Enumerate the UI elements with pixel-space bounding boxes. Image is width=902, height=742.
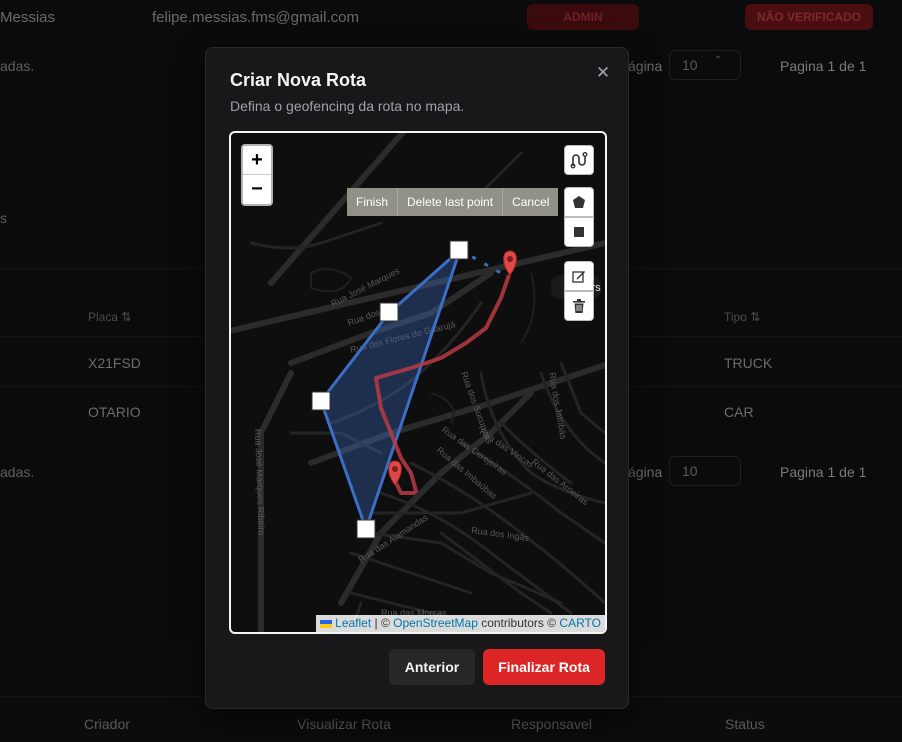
column-header-responsavel: Responsavel	[511, 716, 592, 732]
street-label: Rua dos Ingás	[471, 525, 530, 543]
edit-icon[interactable]	[564, 261, 594, 291]
street-label: Rua das Aroeiras	[530, 457, 591, 508]
attribution-separator: | ©	[371, 616, 394, 630]
column-header-placa[interactable]: Placa ⇅	[88, 310, 131, 324]
rows-per-page-value: 10	[682, 57, 698, 73]
chevron-updown-icon: ⌃	[714, 55, 723, 66]
zoom-control: + −	[241, 144, 273, 206]
dialog-title: Criar Nova Rota	[230, 70, 367, 90]
route-end-marker[interactable]	[503, 250, 517, 276]
results-count: adas.	[0, 464, 35, 480]
rows-per-page-select[interactable]: 10	[669, 456, 741, 486]
column-header-visualizar-rota: Visualizar Rota	[297, 716, 391, 732]
table-cell-tipo: CAR	[724, 404, 754, 420]
column-header-tipo[interactable]: Tipo ⇅	[724, 310, 760, 324]
delete-last-point-button[interactable]: Delete last point	[398, 188, 504, 216]
admin-badge: ADMIN	[527, 4, 639, 30]
close-icon[interactable]: ✕	[594, 64, 612, 82]
polygon-vertex-handle[interactable]	[379, 302, 399, 322]
rows-per-page-label: ágina	[628, 464, 663, 480]
polygon-icon[interactable]	[564, 187, 594, 217]
page-info: Pagina 1 de 1	[780, 58, 867, 74]
draw-actions-bar: Finish Delete last point Cancel	[347, 188, 559, 216]
user-email: felipe.messias.fms@gmail.com	[152, 9, 359, 26]
section-marker: s	[0, 210, 7, 226]
attribution-contributors: contributors ©	[477, 616, 560, 630]
leaflet-link[interactable]: Leaflet	[335, 616, 371, 630]
rows-per-page-value: 10	[682, 463, 698, 479]
column-header-criador: Criador	[84, 716, 130, 732]
table-cell-placa: OTARIO	[88, 404, 141, 420]
finish-draw-button[interactable]: Finish	[347, 188, 399, 216]
page-info: Pagina 1 de 1	[780, 464, 867, 480]
zoom-in-button[interactable]: +	[243, 146, 271, 175]
polygon-vertex-handle[interactable]	[311, 391, 331, 411]
column-header-label: Placa	[88, 310, 119, 324]
finish-route-button[interactable]: Finalizar Rota	[483, 649, 605, 685]
dialog-description: Defina o geofencing da rota no mapa.	[230, 98, 465, 114]
table-cell-placa: X21FSD	[88, 355, 141, 371]
osm-link[interactable]: OpenStreetMap	[393, 616, 478, 630]
create-route-dialog: Criar Nova Rota Defina o geofencing da r…	[205, 47, 629, 709]
polygon-vertex-handle[interactable]	[449, 240, 469, 260]
map-attribution: Leaflet | © OpenStreetMap contributors ©…	[316, 615, 605, 632]
column-header-status: Status	[725, 716, 765, 732]
polygon-vertex-handle[interactable]	[356, 519, 376, 539]
route-start-marker[interactable]	[388, 460, 402, 486]
street-label: Rua dos Jatobás	[547, 372, 569, 441]
zoom-out-button[interactable]: −	[243, 175, 271, 204]
cancel-draw-button[interactable]: Cancel	[503, 188, 558, 216]
previous-button[interactable]: Anterior	[389, 649, 475, 685]
ukraine-flag-icon	[320, 619, 333, 628]
column-header-label: Tipo	[724, 310, 747, 324]
rows-per-page-select[interactable]: 10 ⌃	[669, 50, 741, 80]
results-count: adas.	[0, 58, 35, 74]
trash-icon[interactable]	[564, 291, 594, 321]
street-label: Rua José Marques Ribeiro	[253, 429, 267, 536]
carto-link[interactable]: CARTO	[559, 616, 601, 630]
route-map[interactable]: Rua José Marques Rua José Marques Ribeir…	[229, 131, 607, 634]
rectangle-icon[interactable]	[564, 217, 594, 247]
rows-per-page-label: ágina	[628, 58, 663, 74]
route-icon[interactable]	[564, 145, 594, 175]
table-cell-tipo: TRUCK	[724, 355, 773, 371]
user-name: Messias	[0, 9, 56, 26]
status-badge: NÃO VERIFICADO	[745, 4, 873, 30]
